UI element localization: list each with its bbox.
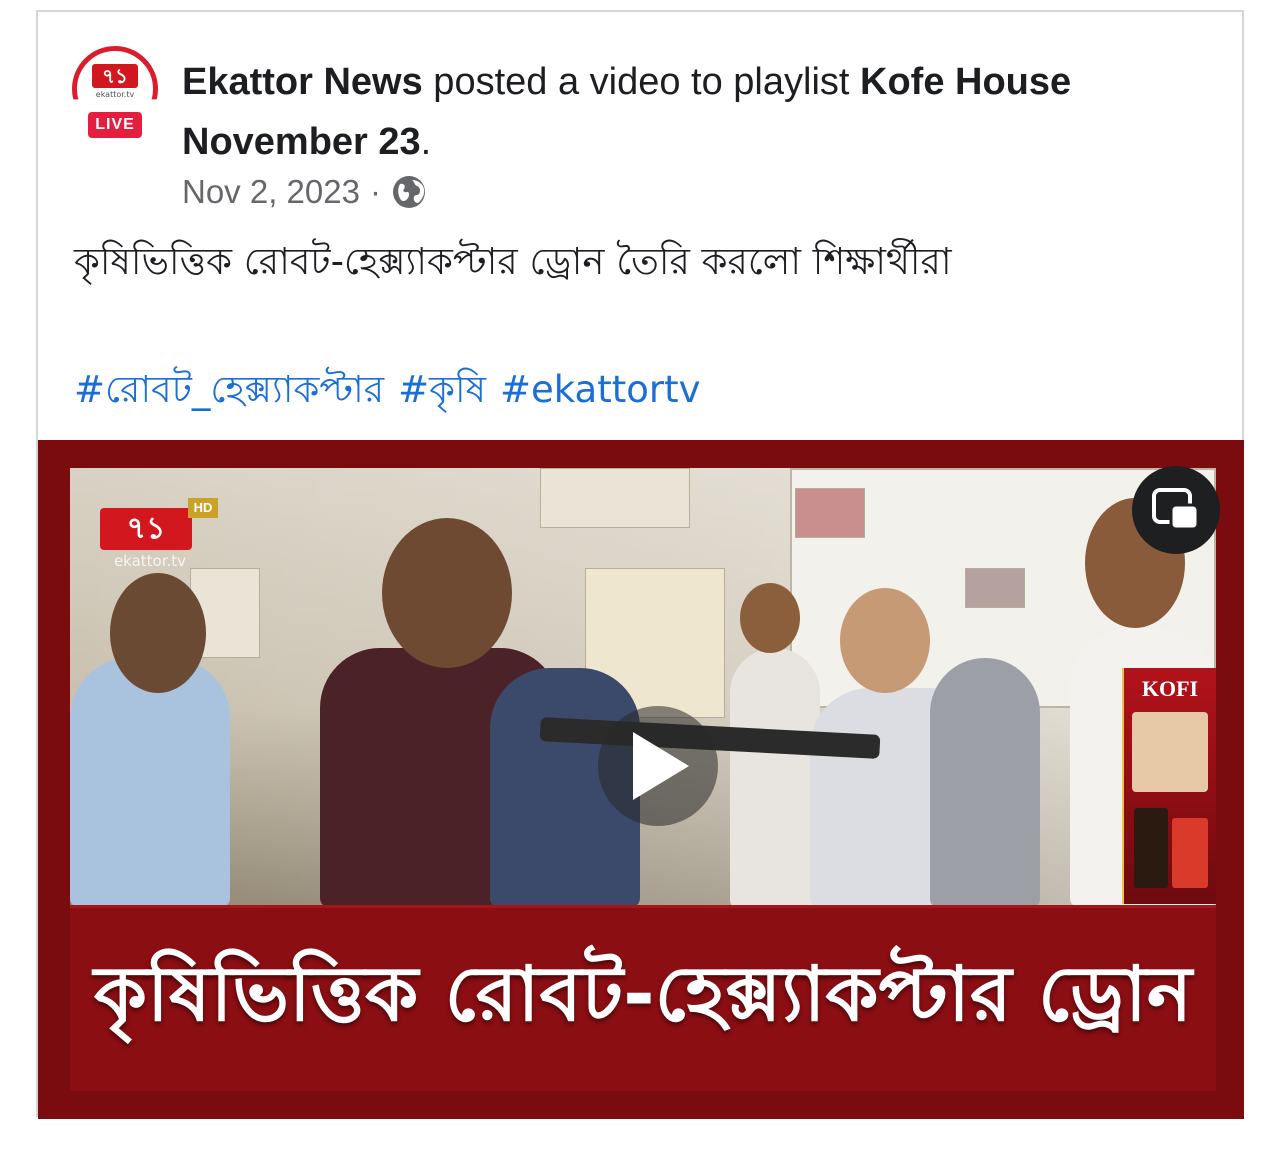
person-head (110, 573, 206, 693)
person (730, 648, 820, 905)
hashtag-link[interactable]: #ekattortv (500, 362, 700, 418)
sponsor-ad: KOFI (1122, 668, 1216, 904)
person-head (382, 518, 512, 668)
sponsor-brand: KOFI (1141, 676, 1199, 701)
hashtag-link[interactable]: #রোবট_হেক্স্যাকপ্টার (74, 362, 384, 418)
post-action-text: posted a video to playlist (422, 61, 861, 103)
person-head (840, 588, 930, 693)
picture-in-picture-button[interactable] (1132, 466, 1220, 554)
post-card: ৭১ ekattor.tv LIVE Ekattor News posted a… (36, 10, 1244, 1119)
sponsor-image (1132, 712, 1208, 792)
person (70, 658, 230, 905)
person (930, 658, 1040, 905)
headline-period: . (420, 121, 432, 163)
play-button[interactable] (598, 706, 718, 826)
video-thumbnail: ৭১ HD ekattor.tv KOFI (70, 468, 1216, 905)
live-badge: LIVE (88, 112, 142, 138)
hd-badge: HD (188, 498, 218, 518)
post-headline: Ekattor News posted a video to playlist … (182, 52, 1142, 172)
channel-logo-icon: ৭১ (100, 508, 192, 550)
hashtag-link[interactable]: #কৃষি (398, 362, 486, 418)
channel-logo-icon: ৭১ (92, 64, 138, 88)
wall-poster (965, 568, 1025, 608)
picture-in-picture-icon (1152, 488, 1200, 531)
page-name-link[interactable]: Ekattor News (182, 61, 423, 103)
sponsor-product (1172, 818, 1208, 888)
page-avatar[interactable]: ৭১ ekattor.tv LIVE (72, 46, 158, 146)
banner-text: কৃষিভিত্তিক রোবট-হেক্স্যাকপ্টার ড্রোন (93, 949, 1193, 1038)
post-meta: Nov 2, 2023 · (182, 172, 427, 212)
post-date[interactable]: Nov 2, 2023 (182, 173, 360, 211)
wall-poster (795, 488, 865, 538)
wall-poster (540, 468, 690, 528)
video-title-banner: কৃষিভিত্তিক রোবট-হেক্স্যাকপ্টার ড্রোন (70, 905, 1216, 1091)
sponsor-product (1134, 808, 1168, 888)
channel-caption: ekattor.tv (113, 552, 187, 570)
meta-separator: · (369, 173, 381, 210)
play-icon (633, 732, 689, 800)
hashtag-list: #রোবট_হেক্স্যাকপ্টার #কৃষি #ekattortv (74, 362, 1214, 418)
avatar-logo-caption: ekattor.tv (95, 90, 135, 99)
globe-icon (392, 176, 425, 208)
post-text: কৃষিভিত্তিক রোবট-হেক্স্যাকপ্টার ড্রোন তৈ… (74, 240, 952, 283)
person-head (740, 583, 800, 653)
video-player[interactable]: ৭১ HD ekattor.tv KOFI কৃষিভিত্তিক রোবট-হ… (38, 440, 1244, 1119)
